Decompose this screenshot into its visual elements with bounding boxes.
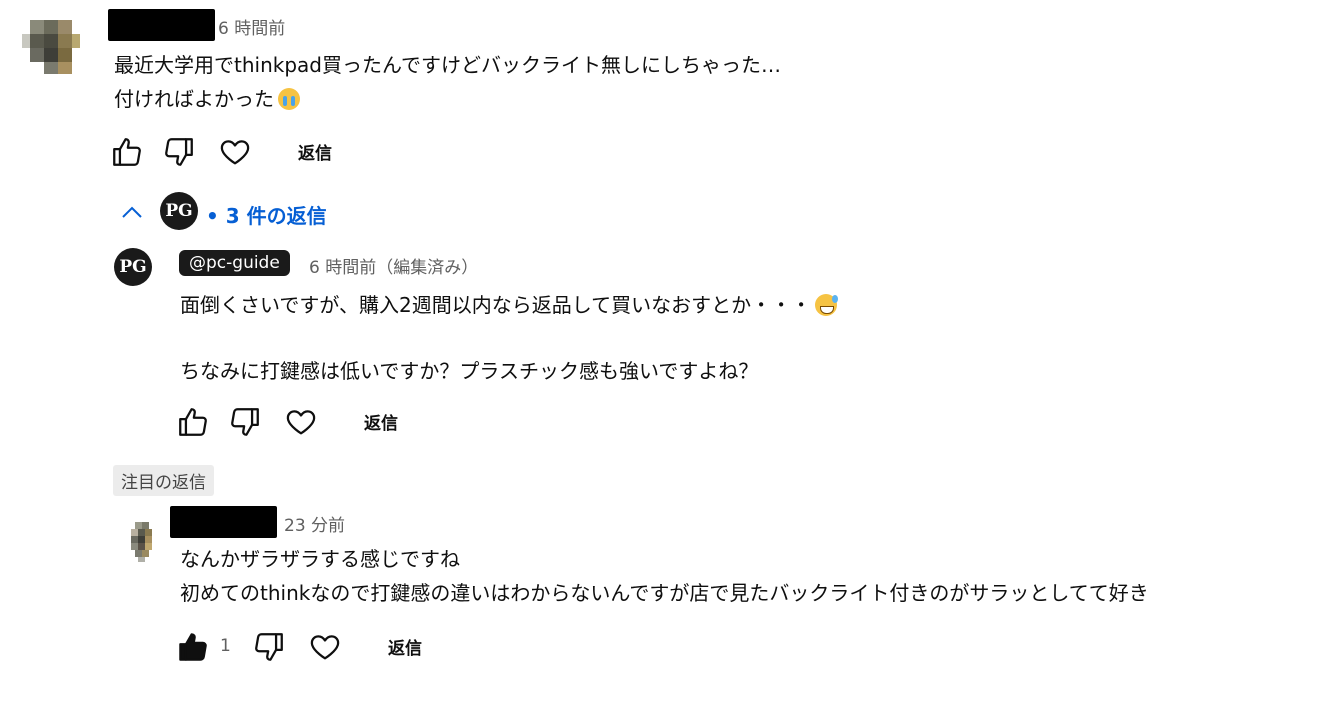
chevron-up-icon	[120, 202, 144, 226]
comment-line-2-text: 付ければよかった	[114, 87, 274, 111]
like-icon[interactable]	[176, 405, 210, 443]
heart-icon[interactable]	[284, 405, 318, 443]
reply2-line-2: 初めてのthinkなので打鍵感の違いはわからないんですが店で見たバックライト付き…	[180, 581, 1149, 605]
reply-author-chip[interactable]: @pc-guide	[179, 250, 290, 276]
reply-button[interactable]: 返信	[388, 634, 422, 659]
reply-line-1: 面倒くさいですが、購入2週間以内なら返品して買いなおすとか・・・	[180, 288, 839, 322]
comment-line-2: 付ければよかった	[114, 82, 781, 116]
replies-toggle[interactable]: PG • 3 件の返信	[118, 192, 358, 232]
comment-timestamp[interactable]: 6 時間前	[218, 14, 285, 39]
reply-button[interactable]: 返信	[364, 409, 398, 434]
reply-line-2: ちなみに打鍵感は低いですか？プラスチック感も強いですよね？	[180, 359, 759, 383]
crying-face-emoji-icon	[278, 88, 300, 110]
reply-author-logo-icon[interactable]: PG	[114, 248, 152, 286]
reply-timestamp[interactable]: 6 時間前（編集済み）	[309, 253, 478, 278]
redacted-reply-author-name	[170, 506, 277, 538]
heart-icon[interactable]	[218, 135, 252, 173]
like-icon[interactable]	[110, 135, 144, 173]
reply2-timestamp[interactable]: 23 分前	[284, 511, 345, 536]
like-count: 1	[220, 636, 231, 656]
commenter-avatar[interactable]	[22, 16, 80, 74]
reply-line-1-text: 面倒くさいですが、購入2週間以内なら返品して買いなおすとか・・・	[180, 293, 812, 317]
reply2-line-1: なんかザラザラする感じですね	[180, 547, 460, 571]
highlighted-reply-badge: 注目の返信	[113, 465, 214, 496]
dislike-icon[interactable]	[162, 135, 196, 173]
comment-text: 最近大学用でthinkpad買ったんですけどバックライト無しにしちゃった… 付け…	[114, 48, 781, 116]
dislike-icon[interactable]	[252, 630, 286, 668]
heart-icon[interactable]	[308, 630, 342, 668]
like-filled-icon[interactable]	[176, 630, 210, 668]
reply-text: 面倒くさいですが、購入2週間以内なら返品して買いなおすとか・・・ ちなみに打鍵感…	[180, 288, 839, 388]
sweat-smile-emoji-icon	[815, 294, 839, 316]
redacted-author-name	[108, 9, 215, 41]
creator-logo-icon: PG	[160, 192, 198, 230]
comment-line-1: 最近大学用でthinkpad買ったんですけどバックライト無しにしちゃった…	[114, 53, 781, 77]
reply-button[interactable]: 返信	[298, 139, 332, 164]
reply-blank-line	[180, 322, 837, 354]
dislike-icon[interactable]	[228, 405, 262, 443]
reply-commenter-avatar[interactable]	[128, 520, 156, 564]
replies-count-label[interactable]: • 3 件の返信	[206, 200, 327, 229]
reply2-text: なんかザラザラする感じですね 初めてのthinkなので打鍵感の違いはわからないん…	[180, 542, 1149, 610]
